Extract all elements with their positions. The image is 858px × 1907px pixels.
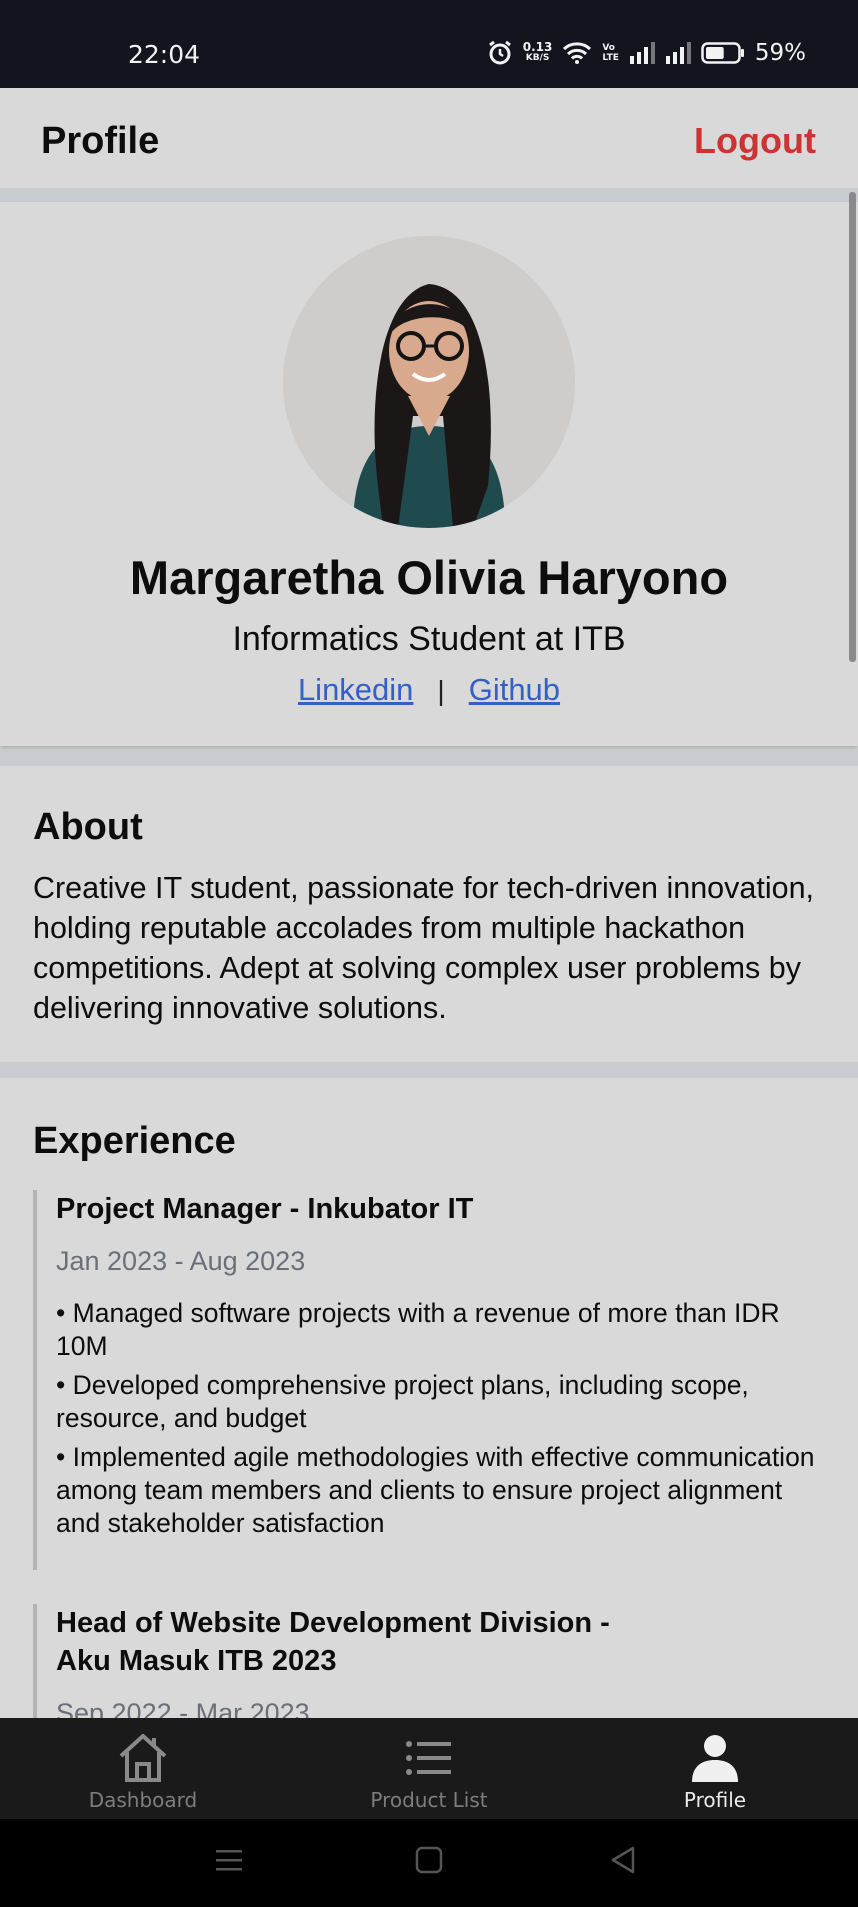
- list-icon: [406, 1741, 451, 1775]
- nav-label-product-list: Product List: [370, 1788, 488, 1812]
- experience-bullet: • Managed software projects with a reven…: [56, 1298, 780, 1361]
- nav-label-dashboard: Dashboard: [88, 1788, 198, 1812]
- experience-item: Head of Website Development Division - A…: [33, 1604, 833, 1718]
- experience-dates: Sep 2022 - Mar 2023: [56, 1698, 310, 1718]
- bottom-nav: Dashboard Product List Profile: [0, 1718, 858, 1819]
- experience-bullet: • Developed comprehensive project plans,…: [56, 1370, 749, 1433]
- avatar: [283, 236, 575, 528]
- person-icon: [692, 1735, 738, 1782]
- section-divider: [0, 1062, 858, 1078]
- about-text: Creative IT student, passionate for tech…: [33, 871, 815, 1025]
- nav-label-profile: Profile: [683, 1788, 747, 1812]
- net-speed-value: 0.13: [522, 40, 553, 54]
- nav-dashboard[interactable]: Dashboard: [0, 1718, 286, 1819]
- experience-role: Head of Website Development Division - A…: [56, 1607, 610, 1677]
- profile-name: Margaretha Olivia Haryono: [129, 551, 729, 604]
- github-link[interactable]: Github: [469, 672, 560, 707]
- volte-indicator: Vo LTE: [602, 43, 619, 63]
- experience-bullet: • Implemented agile methodologies with e…: [56, 1442, 815, 1538]
- profile-card: Margaretha Olivia Haryono Informatics St…: [0, 202, 858, 746]
- battery-icon: [701, 41, 745, 65]
- signal-icon-2: [665, 42, 691, 64]
- linkedin-link[interactable]: Linkedin: [298, 672, 413, 707]
- status-bar: 22:04 0.13 KB/S Vo LTE 59%: [0, 0, 858, 88]
- about-title: About: [33, 806, 143, 848]
- experience-item: Project Manager - Inkubator IT Jan 2023 …: [33, 1190, 833, 1570]
- net-speed: 0.13 KB/S: [522, 40, 553, 64]
- alarm-icon: [487, 40, 513, 66]
- experience-role: Project Manager - Inkubator IT: [56, 1193, 474, 1225]
- system-nav-bar: [0, 1819, 858, 1907]
- link-separator: |: [437, 675, 445, 706]
- battery-percent: 59%: [754, 40, 806, 66]
- menu-icon[interactable]: [214, 1845, 244, 1880]
- signal-icon-1: [629, 42, 655, 64]
- experience-section: Experience Project Manager - Inkubator I…: [0, 1078, 858, 1718]
- section-divider: [0, 750, 858, 766]
- scrollbar[interactable]: [849, 192, 856, 662]
- status-icons: 0.13 KB/S Vo LTE 59%: [487, 38, 806, 68]
- home-icon: [119, 1734, 167, 1782]
- logout-button[interactable]: Logout: [694, 120, 816, 162]
- profile-tagline: Informatics Student at ITB: [232, 620, 626, 658]
- wifi-icon: [562, 41, 592, 65]
- about-section: About Creative IT student, passionate fo…: [0, 766, 858, 1062]
- experience-title: Experience: [33, 1120, 236, 1162]
- experience-dates: Jan 2023 - Aug 2023: [56, 1246, 306, 1276]
- experience-bullets: • Managed software projects with a reven…: [56, 1297, 833, 1540]
- page-title: Profile: [41, 120, 160, 162]
- app-header: Profile Logout: [0, 88, 858, 188]
- status-time: 22:04: [128, 40, 201, 69]
- nav-product-list[interactable]: Product List: [286, 1718, 572, 1819]
- back-triangle-icon[interactable]: [608, 1845, 638, 1880]
- home-square-icon[interactable]: [414, 1845, 444, 1880]
- volte-bottom: LTE: [602, 53, 619, 63]
- section-divider: [0, 188, 858, 202]
- volte-top: Vo: [602, 43, 615, 53]
- profile-links: Linkedin | Github: [0, 672, 858, 708]
- net-speed-unit: KB/S: [525, 53, 550, 63]
- nav-profile[interactable]: Profile: [572, 1718, 858, 1819]
